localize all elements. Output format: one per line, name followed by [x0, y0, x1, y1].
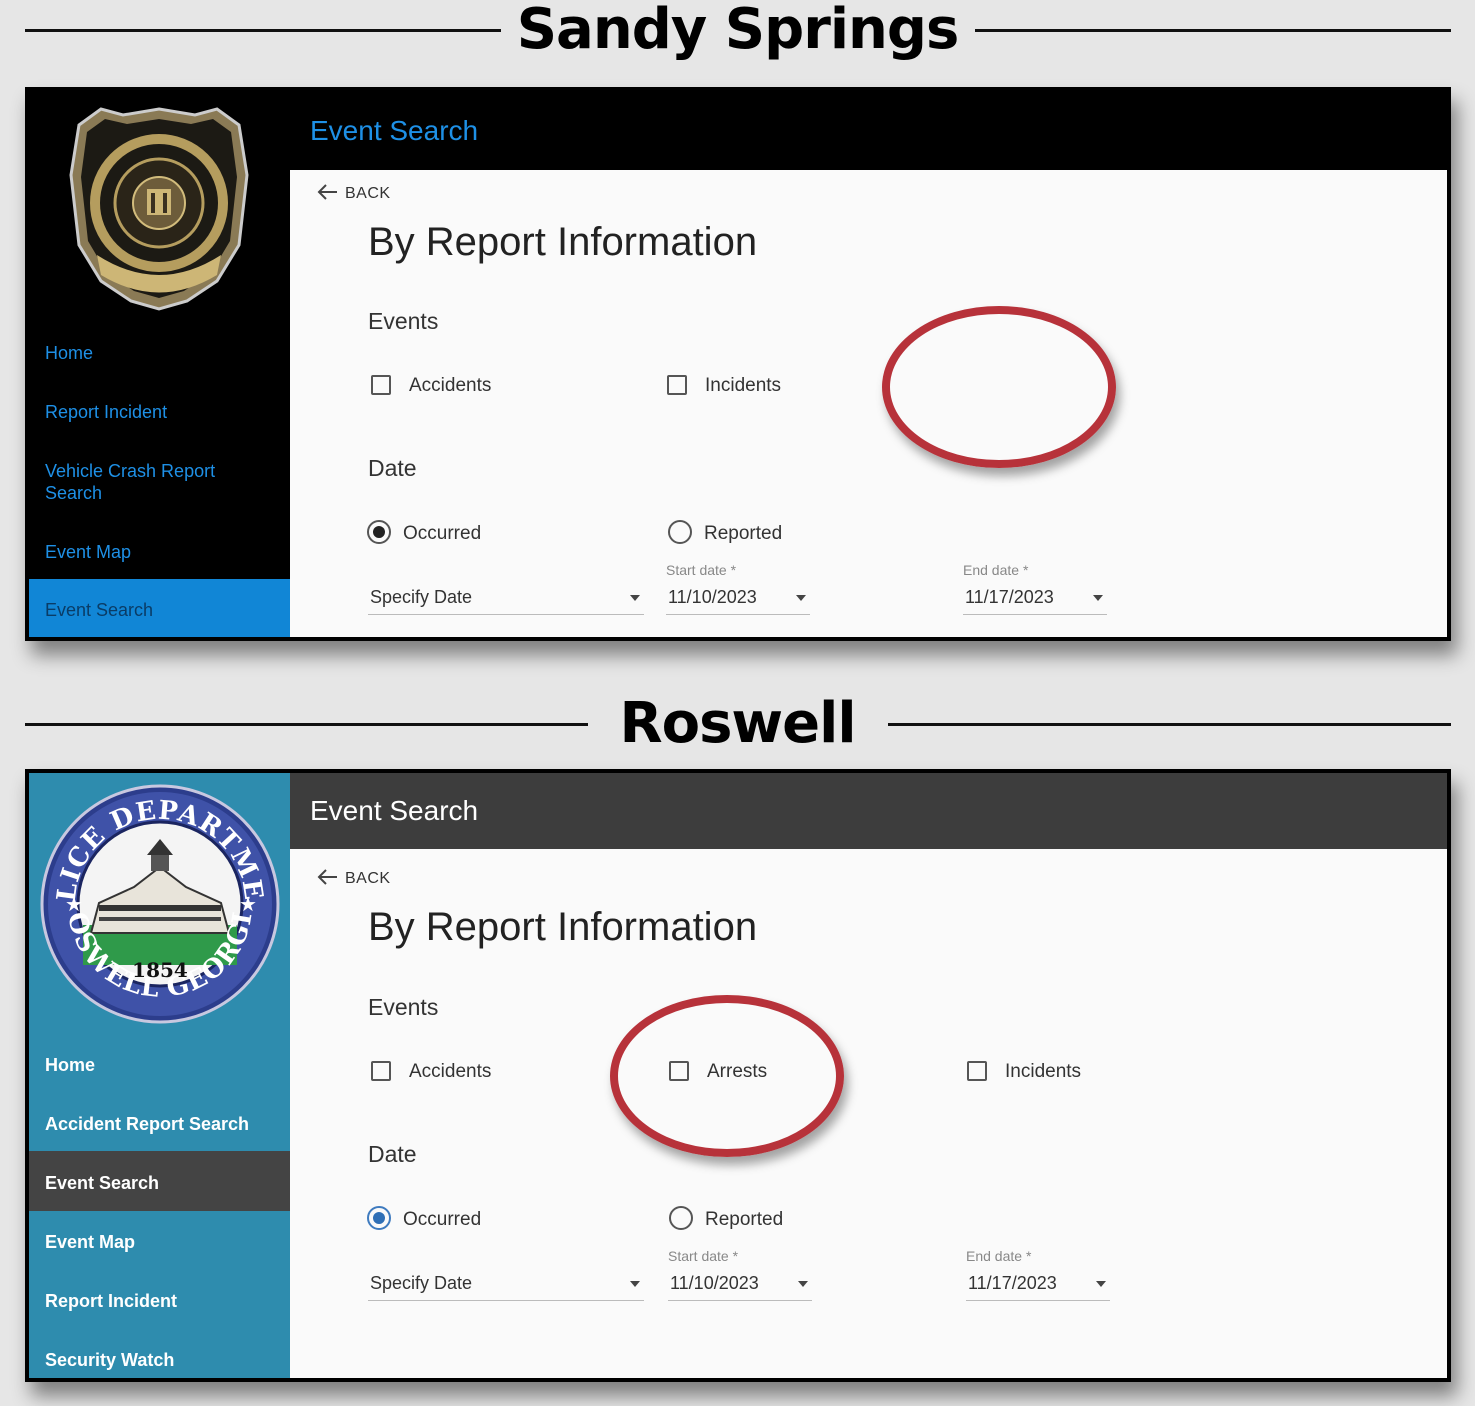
sidebar: POLICE DEPARTMENT ROSWELL GEORGIA 1854 ★… — [29, 773, 290, 1378]
date-mode-value: Specify Date — [370, 587, 473, 607]
date-label: Date — [368, 455, 417, 481]
reported-label: Reported — [705, 1209, 784, 1230]
arrow-left-icon — [317, 869, 337, 885]
sidebar-item-event-map[interactable]: Event Map — [29, 541, 290, 563]
end-date-label: End date * — [963, 562, 1029, 578]
start-date-field[interactable]: 11/10/2023 — [666, 585, 810, 615]
checkbox-box[interactable] — [667, 375, 687, 395]
start-date-label: Start date * — [666, 562, 737, 578]
app-header: Event Search — [290, 91, 1447, 170]
section-title-label: Sandy Springs — [516, 0, 960, 62]
chevron-down-icon — [798, 1281, 808, 1287]
checkbox-box[interactable] — [371, 375, 391, 395]
form-heading: By Report Information — [368, 220, 758, 264]
highlight-circle-missing-arrests — [882, 306, 1116, 468]
incidents-checkbox[interactable]: Incidents — [967, 1061, 1081, 1083]
highlight-circle-arrests — [610, 995, 844, 1157]
incidents-label: Incidents — [705, 375, 782, 396]
back-button[interactable]: BACK — [317, 183, 391, 203]
sidebar: Home Report Incident Vehicle Crash Repor… — [29, 91, 290, 637]
arrow-left-icon — [317, 184, 337, 200]
sidebar-item-event-search[interactable]: Event Search — [29, 1151, 290, 1211]
sidebar-item-event-search[interactable]: Event Search — [29, 579, 290, 637]
radio-unselected[interactable] — [668, 520, 692, 544]
radio-unselected[interactable] — [669, 1206, 693, 1230]
end-date-value: 11/17/2023 — [968, 1273, 1057, 1293]
chevron-down-icon — [630, 1281, 640, 1287]
sidebar-item-security-watch[interactable]: Security Watch — [29, 1349, 290, 1371]
accidents-checkbox[interactable]: Accidents — [371, 375, 491, 397]
date-mode-select[interactable]: Specify Date — [368, 1271, 644, 1301]
chevron-down-icon — [630, 595, 640, 601]
incidents-checkbox[interactable]: Incidents — [667, 375, 781, 397]
svg-text:★: ★ — [65, 892, 83, 916]
incidents-label: Incidents — [1005, 1061, 1082, 1082]
end-date-label: End date * — [966, 1248, 1032, 1264]
date-mode-select[interactable]: Specify Date — [368, 585, 644, 615]
occurred-radio[interactable]: Occurred — [367, 520, 481, 545]
main-content: BACK By Report Information Events Accide… — [290, 849, 1447, 1378]
start-date-field[interactable]: 11/10/2023 — [668, 1271, 812, 1301]
form-heading: By Report Information — [368, 905, 758, 949]
back-button[interactable]: BACK — [317, 868, 391, 888]
sidebar-item-report-incident[interactable]: Report Incident — [29, 401, 290, 423]
sidebar-item-accident-report-search[interactable]: Accident Report Search — [29, 1113, 290, 1135]
checkbox-box[interactable] — [371, 1061, 391, 1081]
chevron-down-icon — [1096, 1281, 1106, 1287]
accidents-checkbox[interactable]: Accidents — [371, 1061, 491, 1083]
end-date-value: 11/17/2023 — [965, 587, 1054, 607]
roswell-police-department-seal-icon: POLICE DEPARTMENT ROSWELL GEORGIA 1854 ★… — [39, 783, 280, 1024]
events-label: Events — [368, 994, 439, 1020]
page-title: Event Search — [310, 795, 479, 826]
main-content: BACK By Report Information Events Accide… — [290, 170, 1447, 637]
occurred-label: Occurred — [403, 1209, 482, 1230]
roswell-screenshot: POLICE DEPARTMENT ROSWELL GEORGIA 1854 ★… — [25, 769, 1451, 1382]
radio-selected[interactable] — [367, 520, 391, 544]
sidebar-item-vehicle-crash-report-search[interactable]: Vehicle Crash Report Search — [29, 460, 249, 504]
checkbox-box[interactable] — [967, 1061, 987, 1081]
section-title-sandy-springs: Sandy Springs — [0, 0, 1475, 60]
accidents-label: Accidents — [409, 1061, 492, 1082]
section-title-label: Roswell — [619, 691, 856, 756]
back-label: BACK — [345, 870, 391, 887]
sidebar-item-event-map[interactable]: Event Map — [29, 1231, 290, 1253]
app-header: Event Search — [290, 773, 1447, 849]
reported-radio[interactable]: Reported — [669, 1206, 783, 1231]
page-title: Event Search — [310, 115, 479, 146]
start-date-value: 11/10/2023 — [670, 1273, 759, 1293]
occurred-label: Occurred — [403, 523, 482, 544]
accidents-label: Accidents — [409, 375, 492, 396]
end-date-field[interactable]: 11/17/2023 — [966, 1271, 1110, 1301]
end-date-field[interactable]: 11/17/2023 — [963, 585, 1107, 615]
sandy-springs-police-badge-icon — [69, 107, 249, 311]
start-date-value: 11/10/2023 — [668, 587, 757, 607]
chevron-down-icon — [796, 595, 806, 601]
date-mode-value: Specify Date — [370, 1273, 473, 1293]
reported-radio[interactable]: Reported — [668, 520, 782, 545]
sidebar-item-home[interactable]: Home — [29, 1054, 290, 1076]
sidebar-item-report-incident[interactable]: Report Incident — [29, 1290, 290, 1312]
section-title-roswell: Roswell — [0, 694, 1475, 754]
sidebar-item-home[interactable]: Home — [29, 342, 290, 364]
back-label: BACK — [345, 185, 391, 202]
events-label: Events — [368, 308, 439, 334]
svg-text:★: ★ — [239, 892, 257, 916]
chevron-down-icon — [1093, 595, 1103, 601]
seal-year-text: 1854 — [132, 958, 188, 982]
occurred-radio[interactable]: Occurred — [367, 1206, 481, 1231]
start-date-label: Start date * — [668, 1248, 739, 1264]
date-label: Date — [368, 1141, 417, 1167]
radio-selected[interactable] — [367, 1206, 391, 1230]
reported-label: Reported — [704, 523, 783, 544]
sandy-springs-screenshot: Home Report Incident Vehicle Crash Repor… — [25, 87, 1451, 641]
